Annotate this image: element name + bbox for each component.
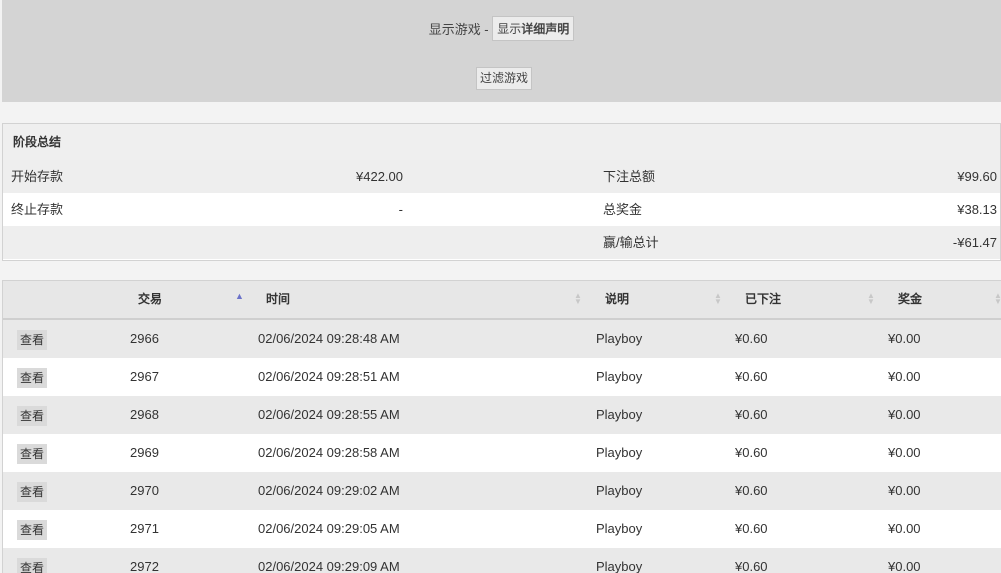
transaction-time: 02/06/2024 09:28:48 AM [258,331,400,346]
transaction-win: ¥0.00 [888,407,921,422]
end-balance-label: 终止存款 [11,202,64,217]
transaction-description: Playboy [596,407,643,422]
period-summary: 阶段总结 开始存款 ¥422.00 下注总额 ¥99.60 终止存款 - 总奖金… [2,123,1001,261]
transaction-bet: ¥0.60 [735,521,768,536]
sort-icon[interactable]: ▲▼ [714,292,722,306]
transaction-description: Playboy [596,521,643,536]
column-header-time[interactable]: 时间 [266,281,290,318]
transaction-id: 2971 [130,521,159,536]
view-button[interactable]: 查看 [17,520,48,540]
view-button[interactable]: 查看 [17,482,48,502]
transaction-win: ¥0.00 [888,559,921,573]
transaction-time: 02/06/2024 09:29:02 AM [258,483,400,498]
table-row: 查看 2969 02/06/2024 09:28:58 AM Playboy ¥… [3,434,1001,472]
total-win-value: ¥38.13 [957,202,997,217]
view-button[interactable]: 查看 [17,444,48,464]
column-header-win[interactable]: 奖金 [898,281,922,318]
summary-row: 赢/输总计 -¥61.47 [3,226,1000,259]
start-balance-label: 开始存款 [11,169,64,184]
transaction-bet: ¥0.60 [735,369,768,384]
detail-button-bold: 详细声明 [521,22,570,36]
transaction-description: Playboy [596,445,643,460]
transaction-win: ¥0.00 [888,331,921,346]
detail-button-prefix: 显示 [497,22,522,36]
transaction-bet: ¥0.60 [735,407,768,422]
transaction-description: Playboy [596,559,643,573]
transaction-win: ¥0.00 [888,483,921,498]
summary-row: 终止存款 - 总奖金 ¥38.13 [3,193,1000,226]
transactions-table: 交易 ▲ 时间 ▲▼ 说明 ▲▼ 已下注 ▲▼ 奖金 ▲▼ 查看 2966 02… [2,280,1001,573]
transaction-time: 02/06/2024 09:29:09 AM [258,559,400,573]
transaction-id: 2967 [130,369,159,384]
transaction-id: 2972 [130,559,159,573]
net-total-value: -¥61.47 [952,235,997,250]
transaction-win: ¥0.00 [888,521,921,536]
summary-title: 阶段总结 [3,124,1000,160]
table-row: 查看 2968 02/06/2024 09:28:55 AM Playboy ¥… [3,396,1001,434]
table-row: 查看 2966 02/06/2024 09:28:48 AM Playboy ¥… [3,320,1001,358]
start-balance-value: ¥422.00 [356,169,403,184]
summary-row: 开始存款 ¥422.00 下注总额 ¥99.60 [3,160,1000,193]
sort-icon[interactable]: ▲▼ [867,292,875,306]
total-win-label: 总奖金 [603,202,643,217]
view-button[interactable]: 查看 [17,558,48,573]
sort-icon[interactable]: ▲▼ [574,292,582,306]
total-bet-value: ¥99.60 [957,169,997,184]
net-total-label: 赢/输总计 [603,235,659,250]
table-row: 查看 2971 02/06/2024 09:29:05 AM Playboy ¥… [3,510,1001,548]
show-detail-statement-button[interactable]: 显示详细声明 [492,16,575,41]
transaction-time: 02/06/2024 09:28:55 AM [258,407,400,422]
transaction-win: ¥0.00 [888,369,921,384]
end-balance-value: - [398,202,403,217]
transaction-win: ¥0.00 [888,445,921,460]
transaction-id: 2966 [130,331,159,346]
view-button[interactable]: 查看 [17,406,48,426]
table-row: 查看 2967 02/06/2024 09:28:51 AM Playboy ¥… [3,358,1001,396]
column-header-bet[interactable]: 已下注 [745,281,781,318]
sort-icon[interactable]: ▲▼ [994,292,1001,306]
transaction-description: Playboy [596,331,643,346]
transaction-time: 02/06/2024 09:28:58 AM [258,445,400,460]
table-row: 查看 2970 02/06/2024 09:29:02 AM Playboy ¥… [3,472,1001,510]
transaction-bet: ¥0.60 [735,483,768,498]
column-header-description[interactable]: 说明 [605,281,629,318]
transaction-bet: ¥0.60 [735,331,768,346]
view-button[interactable]: 查看 [17,330,48,350]
transaction-description: Playboy [596,483,643,498]
sort-ascending-icon[interactable]: ▲ [235,291,244,301]
transaction-id: 2968 [130,407,159,422]
column-header-transaction[interactable]: 交易 [138,281,162,318]
table-header: 交易 ▲ 时间 ▲▼ 说明 ▲▼ 已下注 ▲▼ 奖金 ▲▼ [3,281,1001,320]
transaction-id: 2969 [130,445,159,460]
filter-panel: 显示游戏 - 显示详细声明 过滤游戏 [2,0,1001,102]
table-row: 查看 2972 02/06/2024 09:29:09 AM Playboy ¥… [3,548,1001,573]
total-bet-label: 下注总额 [603,169,656,184]
transaction-time: 02/06/2024 09:29:05 AM [258,521,400,536]
show-games-line: 显示游戏 - 显示详细声明 [2,16,1001,41]
filter-games-button[interactable]: 过滤游戏 [476,67,533,90]
transaction-id: 2970 [130,483,159,498]
show-games-label: 显示游戏 - [428,22,489,37]
transaction-bet: ¥0.60 [735,559,768,573]
view-button[interactable]: 查看 [17,368,48,388]
transaction-bet: ¥0.60 [735,445,768,460]
transaction-description: Playboy [596,369,643,384]
transaction-time: 02/06/2024 09:28:51 AM [258,369,400,384]
